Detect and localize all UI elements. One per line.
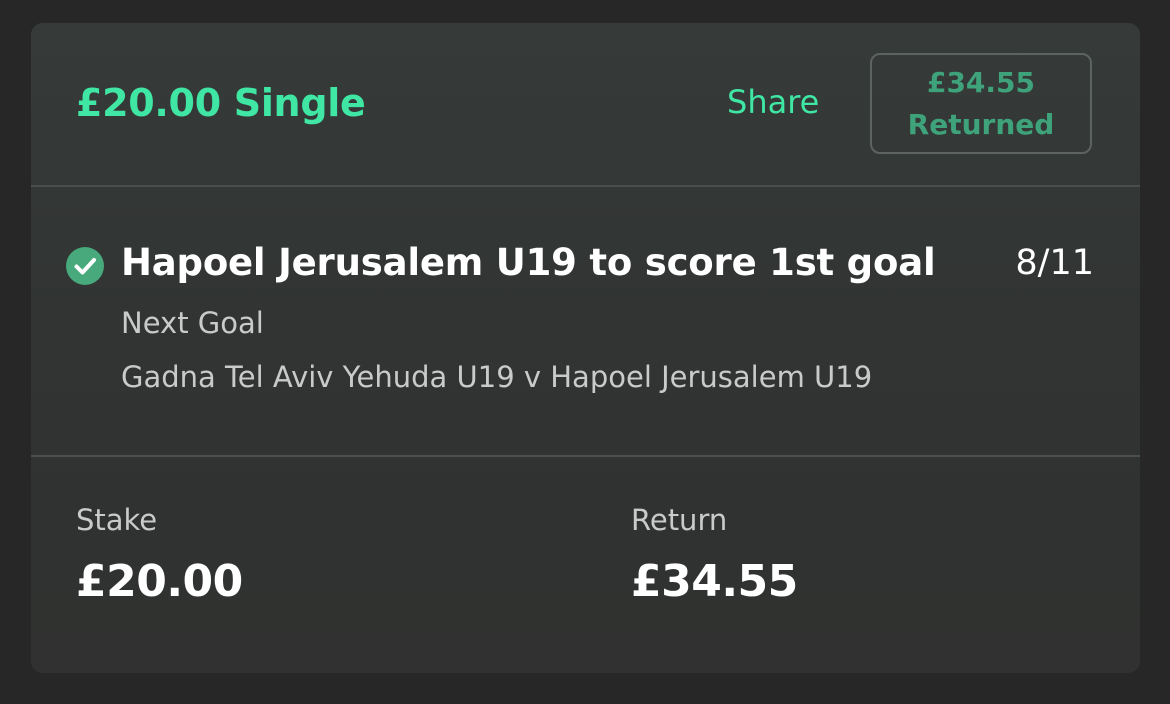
check-circle-icon: [66, 247, 104, 285]
bet-title: £20.00 Single: [76, 81, 366, 125]
returned-badge: £34.55 Returned: [870, 53, 1092, 154]
returned-label: Returned: [907, 107, 1055, 141]
summary-divider: [31, 455, 1140, 457]
bet-card: £20.00 Single Share £34.55 Returned Hapo…: [31, 23, 1140, 673]
share-button[interactable]: Share: [727, 83, 819, 121]
returned-amount: £34.55: [926, 65, 1036, 99]
selection-name: Hapoel Jerusalem U19 to score 1st goal: [121, 241, 936, 284]
bet-header: £20.00 Single Share £34.55 Returned: [31, 23, 1140, 185]
stake-label: Stake: [76, 503, 158, 537]
event-name: Gadna Tel Aviv Yehuda U19 v Hapoel Jerus…: [121, 360, 873, 394]
return-label: Return: [631, 503, 728, 537]
return-value: £34.55: [631, 556, 798, 607]
stake-value: £20.00: [76, 556, 243, 607]
selection-odds: 8/11: [1015, 243, 1094, 283]
market-name: Next Goal: [121, 306, 264, 340]
header-divider: [31, 185, 1140, 187]
